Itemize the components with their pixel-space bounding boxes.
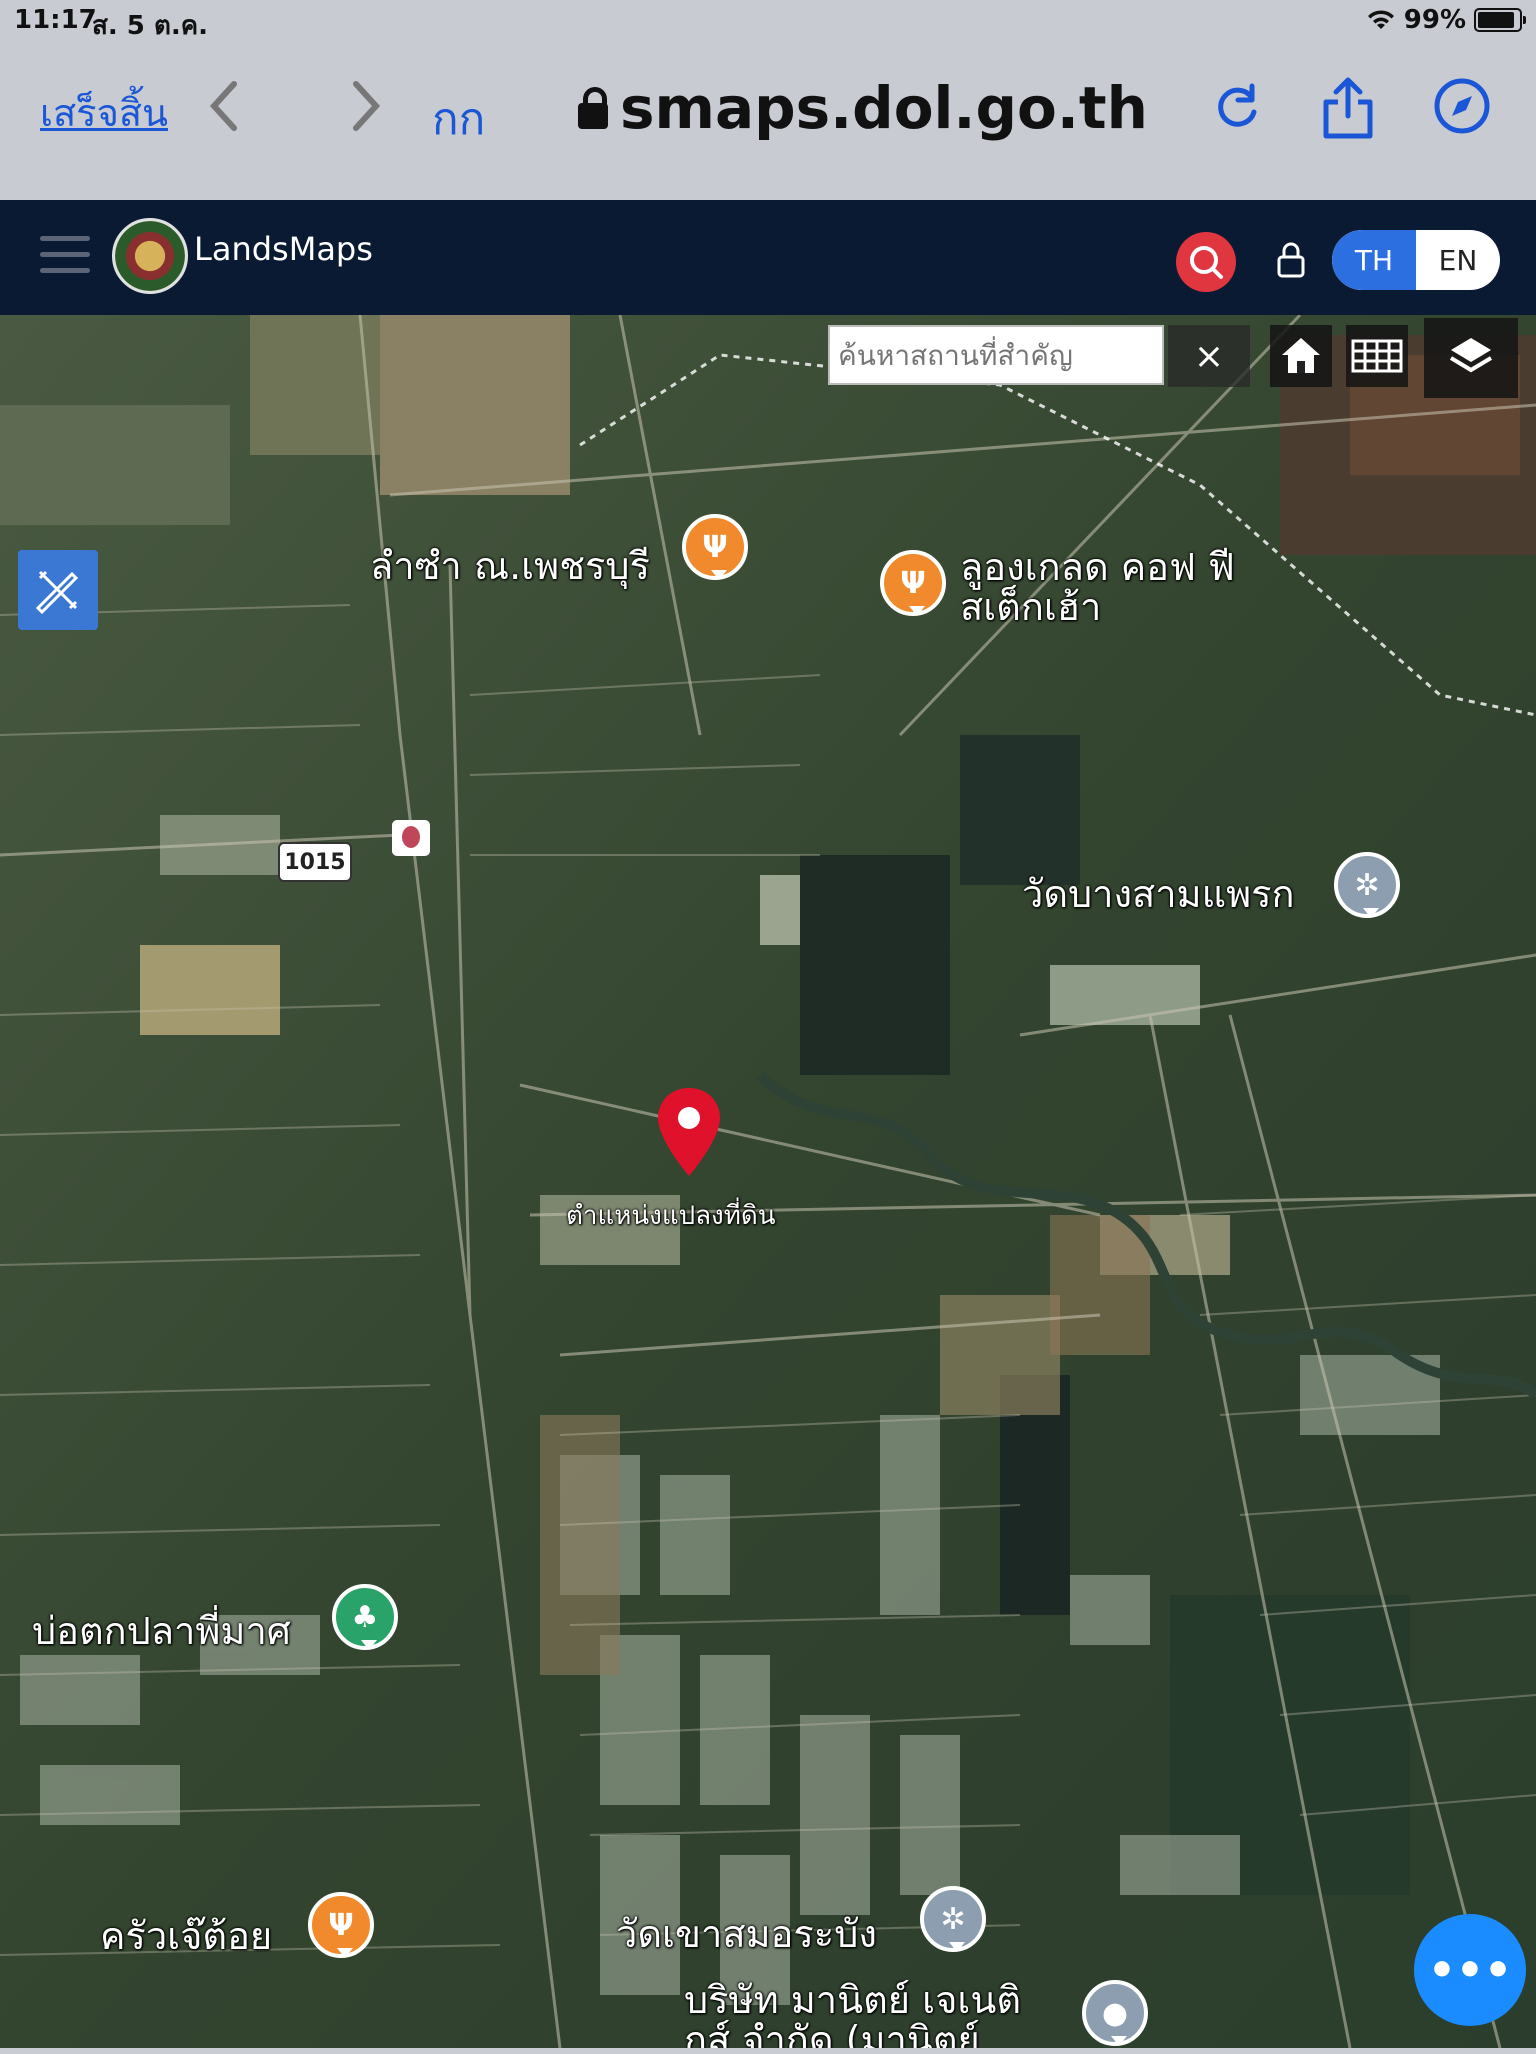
chevron-right-icon	[353, 81, 381, 131]
brand-title: LandsMaps	[194, 230, 373, 268]
menu-icon[interactable]	[40, 236, 90, 276]
search-button[interactable]	[1176, 232, 1236, 292]
dharma-wheel-icon: ✲	[1354, 867, 1380, 903]
company-marker[interactable]: ●	[1082, 1980, 1148, 2046]
grid-icon	[1351, 339, 1403, 373]
done-button[interactable]: เสร็จสิ้น	[40, 82, 168, 143]
restaurant-marker[interactable]: Ψ	[308, 1892, 374, 1958]
place-label: วัดบางสามแพรก	[1022, 872, 1295, 916]
place-label: บ่อตกปลาพี่มาศ	[32, 1609, 291, 1653]
close-icon: ×	[1193, 335, 1225, 377]
landmark-icon[interactable]	[392, 820, 430, 856]
satellite-imagery	[0, 315, 1536, 2048]
restaurant-marker[interactable]: Ψ	[880, 550, 946, 616]
leaf-icon: ♣	[351, 1599, 379, 1635]
search-icon	[1190, 246, 1223, 279]
fork-knife-icon: Ψ	[702, 529, 728, 565]
status-bar: 11:17 ส. 5 ต.ค. 99%	[0, 0, 1536, 41]
temple-marker[interactable]: ✲	[1334, 852, 1400, 918]
more-dots-icon: •••	[1427, 1944, 1513, 1996]
pin-label: ตำแหน่งแปลงที่ดิน	[566, 1201, 776, 1231]
url-text: smaps.dol.go.th	[620, 74, 1148, 142]
ruler-pencil-icon	[35, 570, 79, 615]
lang-th-option[interactable]: TH	[1332, 230, 1416, 290]
grid-button[interactable]	[1346, 325, 1408, 387]
compass-icon	[1434, 78, 1490, 134]
address-bar[interactable]: smaps.dol.go.th	[578, 74, 1148, 142]
fork-knife-icon: Ψ	[328, 1907, 354, 1943]
place-label: บริษัท มานิตย์ เจเนติ กส์ จำกัด (มานิตย์	[684, 1980, 1021, 2048]
share-icon	[1323, 77, 1373, 139]
text-size-button[interactable]: กก	[432, 84, 485, 154]
reload-button[interactable]	[1208, 76, 1268, 136]
login-button[interactable]	[1274, 240, 1308, 280]
temple-marker[interactable]: ✲	[920, 1886, 986, 1952]
fork-knife-icon: Ψ	[900, 565, 926, 601]
compass-button[interactable]	[1432, 76, 1492, 136]
padlock-icon	[1277, 242, 1305, 278]
forward-button[interactable]	[346, 76, 386, 149]
more-options-button[interactable]: •••	[1414, 1914, 1526, 2026]
chevron-left-icon	[209, 81, 237, 131]
app-header: LandsMaps TH EN	[0, 200, 1536, 315]
battery-percent: 99%	[1403, 5, 1466, 35]
layers-icon	[1449, 338, 1493, 373]
clear-search-button[interactable]: ×	[1168, 325, 1250, 387]
reload-icon	[1218, 83, 1257, 127]
lang-en-option[interactable]: EN	[1416, 230, 1500, 290]
place-search-input[interactable]	[828, 325, 1164, 385]
wifi-icon	[1367, 10, 1394, 29]
satellite-map[interactable]: ลำซำ ณ.เพชรบุรี ลูองเกลด คอฟ ฟีสเต็กเฮ้า…	[0, 315, 1536, 2048]
dol-logo	[112, 218, 188, 294]
place-label: ลำซำ ณ.เพชรบุรี	[370, 544, 650, 588]
layers-button[interactable]	[1424, 318, 1518, 398]
location-pin-icon[interactable]	[654, 1084, 724, 1184]
lock-icon	[578, 87, 608, 129]
restaurant-marker[interactable]: Ψ	[682, 514, 748, 580]
share-button[interactable]	[1318, 76, 1378, 139]
road-number-sign: 1015	[278, 842, 352, 882]
circle-icon: ●	[1101, 1995, 1129, 2031]
language-toggle[interactable]: TH EN	[1332, 230, 1500, 290]
fishing-park-marker[interactable]: ♣	[332, 1584, 398, 1650]
status-time: 11:17	[14, 5, 97, 35]
place-label: วัดเขาสมอระบัง	[616, 1912, 877, 1956]
back-button[interactable]	[204, 76, 244, 149]
draw-tool-button[interactable]	[18, 550, 98, 630]
home-button[interactable]	[1270, 325, 1332, 387]
battery-icon	[1474, 8, 1526, 32]
place-label: ครัวเจ๊ต้อย	[100, 1914, 273, 1958]
browser-toolbar: เสร็จสิ้น กก smaps.dol.go.th	[0, 40, 1536, 200]
place-label: ลูองเกลด คอฟ ฟีสเต็กเฮ้า	[960, 545, 1235, 629]
home-icon	[1282, 338, 1320, 373]
dharma-wheel-icon: ✲	[940, 1901, 966, 1937]
status-right: 99%	[1366, 5, 1526, 35]
